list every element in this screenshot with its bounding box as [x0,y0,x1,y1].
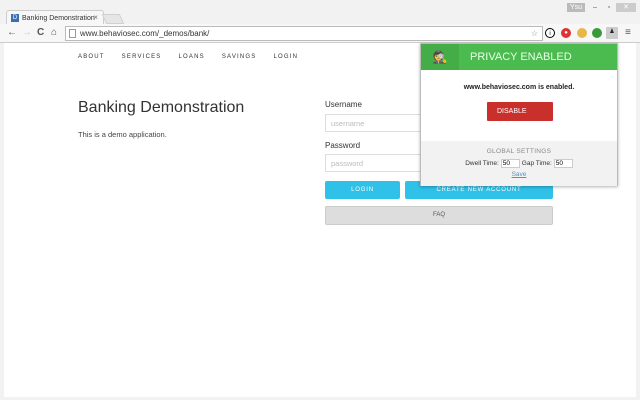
close-tab-icon[interactable]: × [93,13,98,22]
faq-button[interactable]: FAQ [325,206,553,225]
dwell-time-input[interactable] [500,159,520,168]
password-label: Password [325,141,361,150]
page-description: This is a demo application. [78,130,167,139]
spy-hat-icon: 🕵 [421,44,459,70]
nav-loans[interactable]: LOANS [179,54,205,60]
privacy-extension-icon[interactable]: ♟ [606,27,618,39]
browser-toolbar: ← → C ⌂ www.behaviosec.com/_demos/bank/ … [0,24,640,43]
back-icon[interactable]: ← [7,27,17,38]
close-window-icon[interactable]: ✕ [616,3,636,12]
window-frame-right [636,43,640,400]
stop-extension-icon[interactable]: ● [561,28,571,38]
reload-icon[interactable]: C [37,27,44,38]
popup-header: 🕵 PRIVACY ENABLED [421,44,617,70]
nav-services[interactable]: SERVICES [122,54,162,60]
username-label: Username [325,100,362,109]
page-icon [69,29,76,38]
forward-icon[interactable]: → [22,27,32,38]
tab-title: Banking Demonstration [22,14,95,22]
dwell-label: Dwell Time: [465,160,499,167]
gap-label: Gap Time: [521,160,552,167]
login-button[interactable]: LOGIN [325,181,400,199]
save-link[interactable]: Save [421,171,617,178]
global-settings: GLOBAL SETTINGS Dwell Time: Gap Time: Sa… [421,141,617,186]
gap-time-input[interactable] [553,159,573,168]
home-icon[interactable]: ⌂ [51,27,57,38]
page-title: Banking Demonstration [78,99,245,116]
nav-about[interactable]: ABOUT [78,54,105,60]
popup-title: PRIVACY ENABLED [470,51,572,63]
tab-banking[interactable]: D Banking Demonstration × [6,10,104,25]
site-status: www.behaviosec.com is enabled. [463,84,575,91]
favicon: D [11,14,19,22]
url-text: www.behaviosec.com/_demos/bank/ [80,29,210,38]
nav-savings[interactable]: SAVINGS [222,54,257,60]
window-frame-left [0,43,4,400]
site-nav: ABOUT SERVICES LOANS SAVINGS LOGIN [78,54,315,60]
extension-icon[interactable] [577,28,587,38]
disable-button[interactable]: DISABLE [487,102,553,121]
maximize-icon[interactable]: ▫ [603,3,615,12]
location-extension-icon[interactable] [592,28,602,38]
minimize-icon[interactable]: – [588,3,602,12]
bookmark-star-icon[interactable]: ☆ [531,27,538,40]
tab-strip: D Banking Demonstration × Ysu – ▫ ✕ [0,0,640,25]
new-tab-button[interactable] [101,14,125,24]
nav-login[interactable]: LOGIN [274,54,299,60]
info-extension-icon[interactable]: i [545,28,555,38]
global-settings-heading: GLOBAL SETTINGS [486,148,552,155]
user-badge[interactable]: Ysu [567,3,585,12]
menu-icon[interactable]: ≡ [625,27,631,38]
address-bar[interactable]: www.behaviosec.com/_demos/bank/ ☆ [65,26,543,41]
privacy-popup: 🕵 PRIVACY ENABLED www.behaviosec.com is … [420,43,618,186]
